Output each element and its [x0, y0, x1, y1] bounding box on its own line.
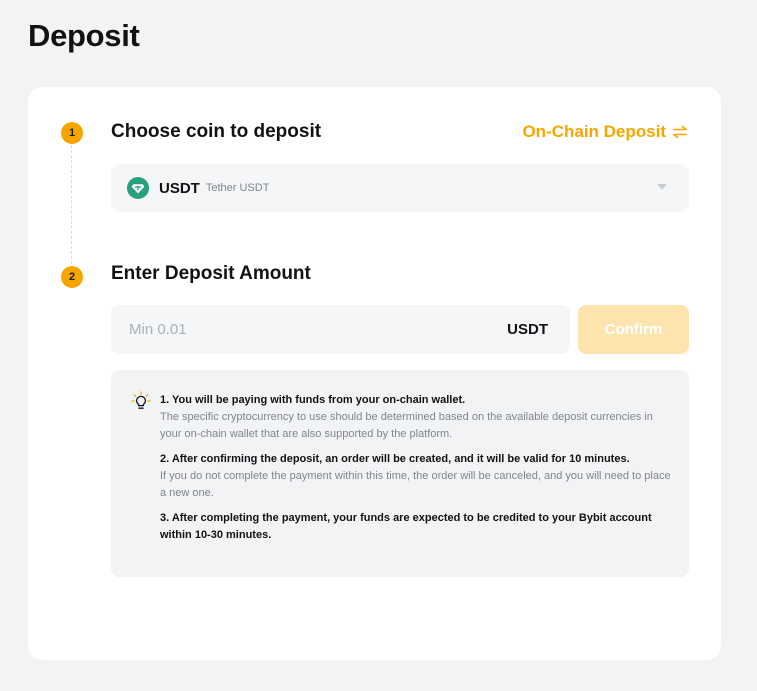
notice-heading: 3. After completing the payment, your fu…: [160, 512, 652, 541]
notice-text: If you do not complete the payment withi…: [160, 470, 671, 499]
swap-arrows-icon: [672, 125, 688, 139]
notice-text: The specific cryptocurrency to use shoul…: [160, 411, 653, 440]
step-1-title: Choose coin to deposit: [111, 121, 322, 142]
notice-item: 1. You will be paying with funds from yo…: [160, 392, 672, 443]
lightbulb-icon: [131, 391, 151, 411]
step-2-badge: 2: [61, 266, 83, 288]
notice-item: 3. After completing the payment, your fu…: [160, 510, 672, 544]
amount-unit: USDT: [507, 321, 548, 338]
step-2-title: Enter Deposit Amount: [111, 263, 311, 284]
confirm-button[interactable]: Confirm: [578, 305, 689, 354]
notice-box: 1. You will be paying with funds from yo…: [111, 370, 689, 577]
coin-select[interactable]: USDT Tether USDT: [111, 164, 689, 212]
deposit-card: 1 Choose coin to deposit On-Chain Deposi…: [28, 87, 721, 660]
on-chain-deposit-label: On-Chain Deposit: [522, 122, 666, 141]
notice-item: 2. After confirming the deposit, an orde…: [160, 451, 672, 502]
step-connector-line: [71, 145, 72, 269]
coin-symbol: USDT: [159, 179, 200, 197]
coin-full-name: Tether USDT: [205, 182, 270, 194]
on-chain-deposit-link[interactable]: On-Chain Deposit: [522, 120, 688, 144]
page-title: Deposit: [28, 18, 140, 53]
chevron-down-icon: [657, 184, 667, 190]
notice-heading: 2. After confirming the deposit, an orde…: [160, 453, 630, 465]
deposit-amount-field: USDT: [111, 305, 570, 354]
tether-icon: [127, 177, 149, 199]
notice-heading: 1. You will be paying with funds from yo…: [160, 394, 466, 406]
step-1-badge: 1: [61, 122, 83, 144]
deposit-amount-input[interactable]: [127, 320, 508, 339]
